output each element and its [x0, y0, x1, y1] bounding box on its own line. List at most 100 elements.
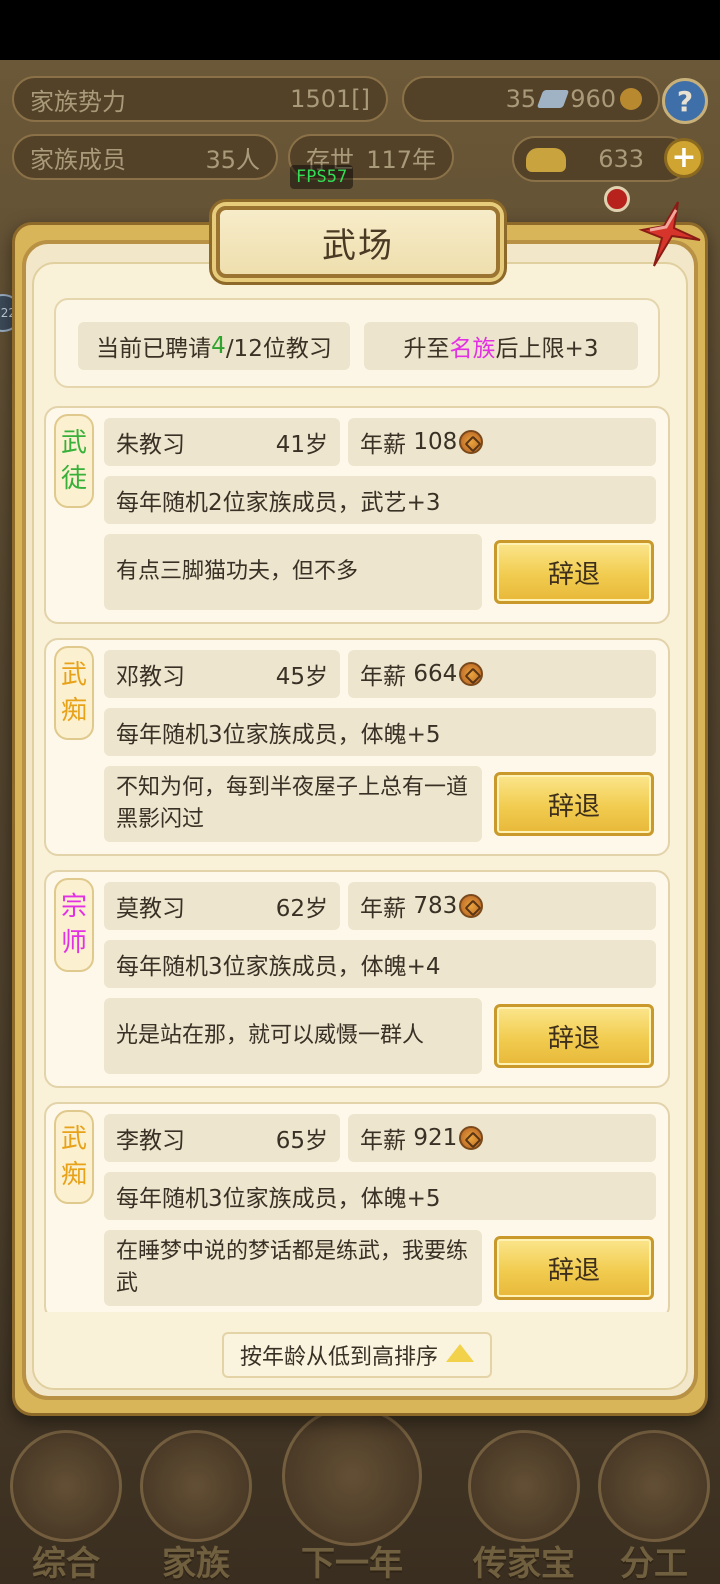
- description-cell: 不知为何，每到半夜屋子上总有一道黑影闪过: [104, 766, 482, 842]
- salary-value: 921: [413, 1125, 458, 1151]
- nav-heirloom-label: 传家宝: [473, 1544, 575, 1584]
- hire-summary: 当前已聘请 4/12位教习 升至 名族 后上限+3: [54, 298, 660, 388]
- dismiss-button[interactable]: 辞退: [494, 772, 654, 836]
- instructor-age: 65岁: [275, 1128, 328, 1154]
- name-age-cell: 朱教习 41岁: [104, 418, 340, 466]
- salary-cell: 年薪 921: [348, 1114, 656, 1162]
- instructor-name: 朱教习: [116, 432, 185, 458]
- nav-division[interactable]: 分工: [590, 1430, 718, 1584]
- name-age-cell: 邓教习 45岁: [104, 650, 340, 698]
- name-age-cell: 莫教习 62岁: [104, 882, 340, 930]
- sort-by-age-button[interactable]: 按年龄从低到高排序: [222, 1332, 492, 1378]
- coin-icon: [459, 894, 484, 918]
- name-age-cell: 李教习 65岁: [104, 1114, 340, 1162]
- coin-icon: [459, 662, 484, 686]
- treasure-icon: [468, 1430, 580, 1542]
- status-bar: [0, 0, 720, 60]
- effect-cell: 每年随机3位家族成员，体魄+5: [104, 1172, 656, 1220]
- house-icon: [140, 1430, 252, 1542]
- bottom-nav: 综合 家族 下一年 传家宝 分工: [0, 1406, 720, 1584]
- existence-value: 117年: [366, 145, 436, 174]
- dismiss-button[interactable]: 辞退: [494, 1004, 654, 1068]
- coin-icon: [459, 430, 484, 454]
- gold-ingot-icon: [526, 148, 566, 172]
- rank-tag: 宗 师: [54, 878, 94, 972]
- hired-prefix: 当前已聘请: [96, 336, 212, 362]
- description-cell: 在睡梦中说的梦话都是练武，我要练武: [104, 1230, 482, 1306]
- currency-pill: 35 960: [402, 76, 660, 122]
- family-members-value: 35人: [205, 145, 260, 174]
- sort-label: 按年龄从低到高排序: [239, 1345, 438, 1370]
- salary-cell: 年薪 783: [348, 882, 656, 930]
- rank-tag: 武 徒: [54, 414, 94, 508]
- help-button[interactable]: ?: [662, 78, 708, 124]
- close-button[interactable]: [634, 196, 706, 272]
- hired-count: 4: [211, 333, 226, 359]
- add-gold-button[interactable]: +: [664, 138, 704, 178]
- modal-title-plaque: 武场: [216, 206, 500, 278]
- silver-ingot-icon: [536, 90, 570, 108]
- description-cell: 有点三脚猫功夫，但不多: [104, 534, 482, 610]
- rank-char-top: 武: [60, 660, 87, 690]
- effect-cell: 每年随机2位家族成员，武艺+3: [104, 476, 656, 524]
- family-influence-label: 家族势力: [30, 87, 126, 116]
- salary-label: 年薪: [360, 432, 406, 458]
- rank-char-bottom: 痴: [60, 1160, 87, 1190]
- rank-char-bottom: 痴: [60, 696, 87, 726]
- upgrade-prefix: 升至: [403, 336, 450, 362]
- nav-family-label: 家族: [162, 1544, 230, 1584]
- family-influence-tail: ]: [360, 85, 370, 113]
- rank-tag: 武 痴: [54, 1110, 94, 1204]
- salary-value: 783: [413, 893, 458, 919]
- family-influence-value: 1501[: [290, 85, 361, 113]
- effect-cell: 每年随机3位家族成员，体魄+4: [104, 940, 656, 988]
- instructor-age: 45岁: [275, 664, 328, 690]
- nav-overview[interactable]: 综合: [2, 1430, 130, 1584]
- rank-char-top: 武: [60, 1124, 87, 1154]
- person-icon: [598, 1430, 710, 1542]
- effect-cell: 每年随机3位家族成员，体魄+5: [104, 708, 656, 756]
- copper-coin-icon: [620, 88, 642, 110]
- family-influence-pill: 家族势力 1501[ ]: [12, 76, 388, 122]
- nav-next-year[interactable]: 下一年: [282, 1406, 422, 1584]
- gold-value: 633: [598, 145, 644, 173]
- dismiss-button[interactable]: 辞退: [494, 1236, 654, 1300]
- nav-overview-label: 综合: [32, 1544, 100, 1584]
- salary-label: 年薪: [360, 664, 406, 690]
- upgrade-suffix: 后上限+3: [495, 336, 599, 362]
- rank-char-bottom: 徒: [60, 464, 87, 494]
- instructor-card: 宗 师 莫教习 62岁 年薪 783 每年随机3位家族成员，体魄+4 光是站在那…: [44, 870, 670, 1088]
- dismiss-button[interactable]: 辞退: [494, 540, 654, 604]
- instructor-name: 李教习: [116, 1128, 185, 1154]
- instructor-card: 武 痴 李教习 65岁 年薪 921 每年随机3位家族成员，体魄+5 在睡梦中说…: [44, 1102, 670, 1320]
- nav-next-year-label: 下一年: [301, 1544, 403, 1584]
- notification-dot: [604, 186, 630, 212]
- salary-label: 年薪: [360, 896, 406, 922]
- hired-suffix: /12位教习: [225, 336, 332, 362]
- instructor-card: 武 徒 朱教习 41岁 年薪 108 每年随机2位家族成员，武艺+3 有点三脚猫…: [44, 406, 670, 624]
- instructor-name: 莫教习: [116, 896, 185, 922]
- nav-family[interactable]: 家族: [132, 1430, 260, 1584]
- salary-label: 年薪: [360, 1128, 406, 1154]
- rank-char-top: 武: [60, 428, 87, 458]
- rank-tag: 武 痴: [54, 646, 94, 740]
- nav-heirloom[interactable]: 传家宝: [460, 1430, 588, 1584]
- salary-cell: 年薪 664: [348, 650, 656, 698]
- coin-icon: [459, 1126, 484, 1150]
- instructor-name: 邓教习: [116, 664, 185, 690]
- rank-char-top: 宗: [60, 892, 87, 922]
- nav-division-label: 分工: [620, 1544, 688, 1584]
- mountain-icon: [282, 1406, 422, 1546]
- silver-value: 960: [570, 85, 616, 113]
- salary-value: 664: [413, 661, 458, 687]
- instructor-card: 武 痴 邓教习 45岁 年薪 664 每年随机3位家族成员，体魄+5 不知为何，…: [44, 638, 670, 856]
- close-icon: [638, 201, 701, 267]
- hired-count-pill: 当前已聘请 4/12位教习: [78, 322, 350, 370]
- instructor-age: 62岁: [275, 896, 328, 922]
- salary-value: 108: [413, 429, 458, 455]
- family-members-label: 家族成员: [30, 145, 126, 174]
- salary-cell: 年薪 108: [348, 418, 656, 466]
- description-cell: 光是站在那，就可以威慑一群人: [104, 998, 482, 1074]
- fps-counter: FPS57: [290, 165, 354, 189]
- modal-title: 武场: [322, 225, 394, 266]
